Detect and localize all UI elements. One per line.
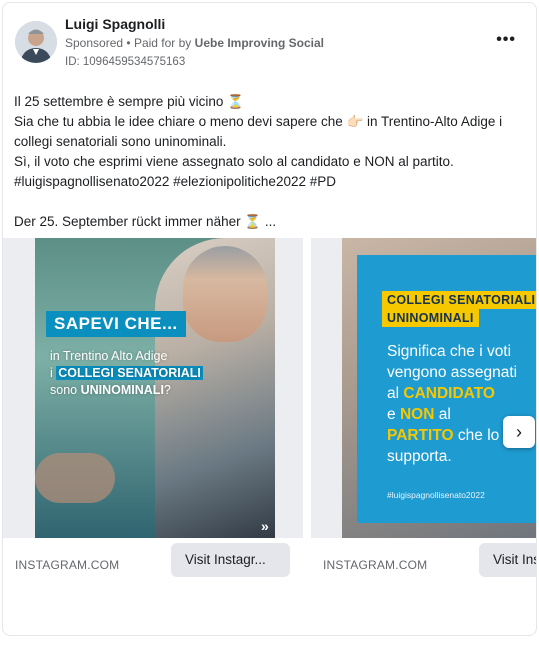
ad-card: Luigi Spagnolli Sponsored • Paid for by … xyxy=(2,2,537,636)
author-name[interactable]: Luigi Spagnolli xyxy=(65,16,165,32)
body-line: Sì, il voto che esprimi viene assegnato … xyxy=(14,154,454,169)
yellow-band-1: COLLEGI SENATORIALI xyxy=(382,291,536,309)
visit-instagram-button[interactable]: Visit Ins xyxy=(479,543,536,577)
more-options-icon[interactable]: ••• xyxy=(496,31,516,49)
carousel-next-icon[interactable]: › xyxy=(503,416,535,448)
carousel-card-1[interactable]: SAPEVI CHE... in Trentino Alto Adige i C… xyxy=(3,238,303,588)
paid-for-by: Uebe Improving Social xyxy=(194,36,325,50)
avatar-photo-icon xyxy=(15,21,57,63)
body-line: Il 25 settembre è sempre più vicino ⏳ xyxy=(14,94,244,109)
meta-separator: • xyxy=(126,36,131,50)
image-2-hashtag: #luigispagnollisenato2022 xyxy=(387,490,485,500)
card-2-panel: COLLEGI SENATORIALI UNINOMINALI Signific… xyxy=(357,255,536,523)
author-avatar[interactable] xyxy=(15,21,57,63)
card-source: INSTAGRAM.COM xyxy=(15,558,120,572)
ad-id: ID: 1096459534575163 xyxy=(65,56,186,68)
sponsored-line: Sponsored • Paid for by Uebe Improving S… xyxy=(65,36,324,50)
post-body: Il 25 settembre è sempre più vicino ⏳ Si… xyxy=(14,92,529,232)
body-line: collegi senatoriali sono uninominali. xyxy=(14,134,227,149)
body-line: #luigispagnollisenato2022 #elezionipolit… xyxy=(14,174,336,189)
paid-for-prefix: Paid for by xyxy=(133,36,192,50)
visit-instagram-button[interactable]: Visit Instagr... xyxy=(171,543,290,577)
carousel-image-1[interactable]: SAPEVI CHE... in Trentino Alto Adige i C… xyxy=(3,238,303,538)
handshake-shape xyxy=(35,453,115,503)
carousel-card-2[interactable]: COLLEGI SENATORIALI UNINOMINALI Signific… xyxy=(311,238,536,588)
carousel: SAPEVI CHE... in Trentino Alto Adige i C… xyxy=(3,238,536,588)
body-line: Sia che tu abbia le idee chiare o meno d… xyxy=(14,114,503,129)
card-source: INSTAGRAM.COM xyxy=(323,558,428,572)
person-head xyxy=(183,246,267,342)
image-2-text: Significa che i voti vengono assegnati a… xyxy=(387,343,518,465)
carousel-image-2[interactable]: COLLEGI SENATORIALI UNINOMINALI Signific… xyxy=(311,238,536,538)
sponsored-label: Sponsored xyxy=(65,36,124,50)
headline-band: SAPEVI CHE... xyxy=(46,311,186,337)
yellow-band-2: UNINOMINALI xyxy=(382,309,479,327)
card-1-artwork: SAPEVI CHE... in Trentino Alto Adige i C… xyxy=(35,238,275,538)
chevrons-icon: » xyxy=(261,518,269,534)
body-line-german[interactable]: Der 25. September rückt immer näher ⏳ ..… xyxy=(14,212,529,232)
image-1-text: in Trentino Alto Adige i COLLEGI SENATOR… xyxy=(50,349,203,397)
